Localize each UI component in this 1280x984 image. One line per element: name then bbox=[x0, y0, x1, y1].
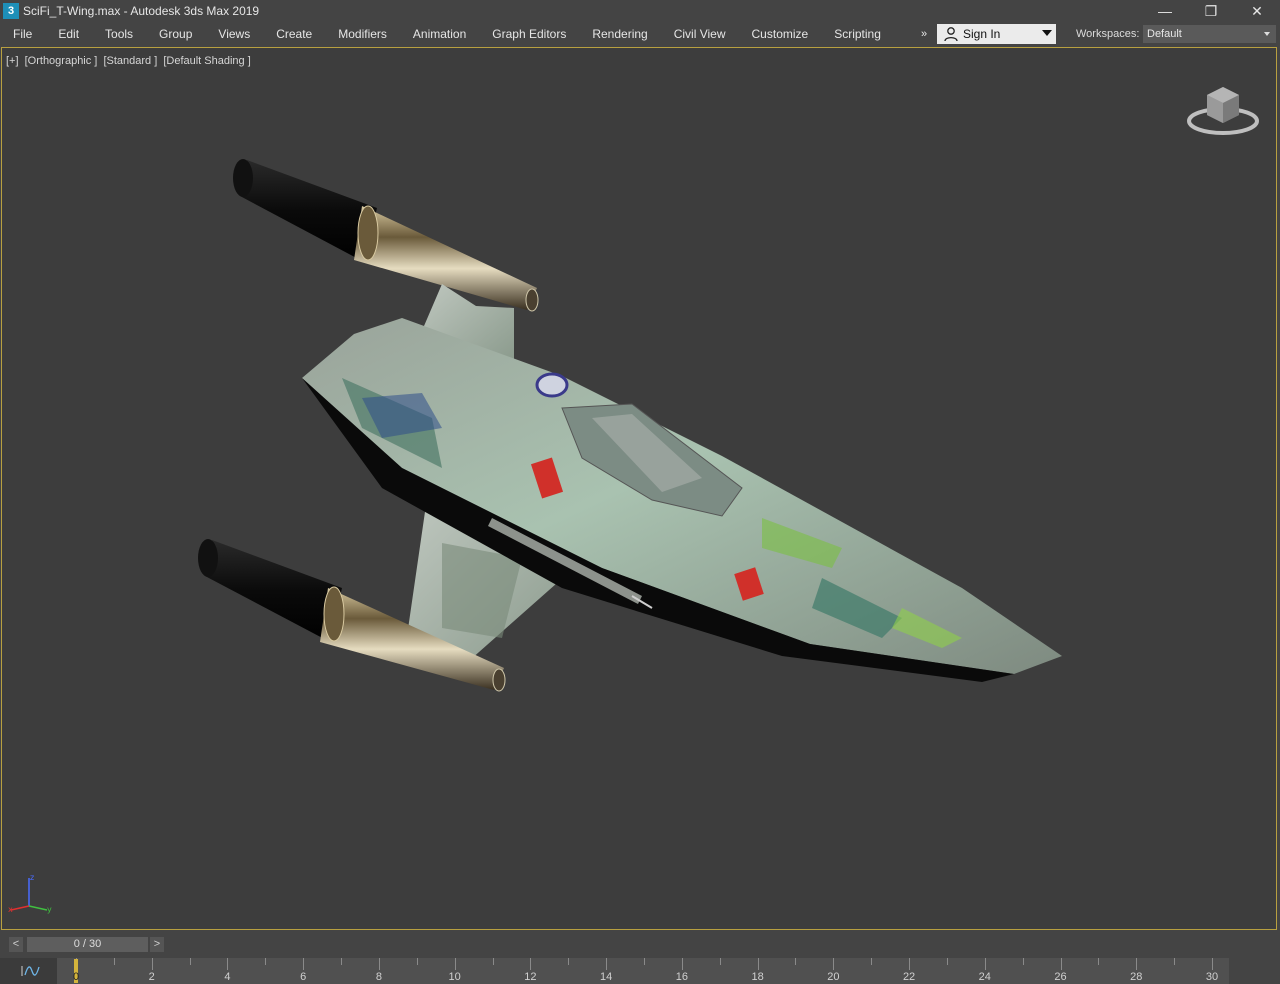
timeline-tick-label: 4 bbox=[224, 971, 231, 983]
timeline-tick-label: 24 bbox=[978, 971, 991, 983]
menu-edit[interactable]: Edit bbox=[45, 22, 92, 46]
menu-graph-editors[interactable]: Graph Editors bbox=[479, 22, 579, 46]
next-frame-button[interactable]: > bbox=[150, 937, 164, 952]
viewport-label[interactable]: [+] [Orthographic ] [Standard ] [Default… bbox=[6, 55, 254, 67]
timeline-tick-label: 16 bbox=[675, 971, 688, 983]
timeline-tick-label: 28 bbox=[1130, 971, 1143, 983]
workspaces-label: Workspaces: bbox=[1076, 28, 1140, 40]
timeline-tick bbox=[1136, 958, 1138, 970]
timeline-tick bbox=[644, 958, 645, 965]
current-frame-label: 0 bbox=[72, 971, 80, 983]
timeline-tick bbox=[795, 958, 797, 965]
window-controls: — ❐ ✕ bbox=[1142, 0, 1280, 22]
timeline-tick bbox=[606, 958, 608, 970]
timeline-tick bbox=[871, 958, 873, 965]
upper-engine bbox=[233, 159, 539, 312]
timeline-tick-label: 30 bbox=[1205, 971, 1219, 983]
timeline-tick-label: 26 bbox=[1054, 971, 1067, 983]
timeline-tick bbox=[757, 958, 759, 970]
user-icon bbox=[944, 27, 958, 42]
timeline-tick bbox=[113, 958, 115, 965]
sign-in-button[interactable]: Sign In bbox=[937, 24, 1056, 44]
timeline-tick bbox=[568, 958, 570, 965]
timeline-tick bbox=[719, 958, 721, 965]
restore-button[interactable]: ❐ bbox=[1188, 0, 1234, 22]
workspace-select[interactable]: Default bbox=[1143, 25, 1276, 43]
minimize-button[interactable]: — bbox=[1142, 0, 1188, 22]
previous-frame-button[interactable]: < bbox=[9, 937, 23, 952]
app-icon[interactable]: 3 bbox=[3, 3, 19, 19]
chevron-down-icon bbox=[1264, 32, 1270, 36]
timeline-tick-label: 10 bbox=[448, 971, 461, 983]
chevron-down-icon bbox=[1042, 30, 1052, 36]
viewport-point-of-view[interactable]: [Orthographic ] bbox=[25, 55, 98, 67]
timeline-tick bbox=[1060, 958, 1062, 970]
viewport-general-menu[interactable]: [+] bbox=[6, 55, 19, 67]
menu-overflow-button[interactable]: » bbox=[921, 22, 935, 46]
menu-file[interactable]: File bbox=[0, 22, 45, 46]
track-bar: 2 4 6 8 10 12 14 16 18 20 22 24 26 28 30 0 bbox=[0, 958, 1280, 984]
timeline-tick bbox=[341, 958, 343, 965]
menu-views[interactable]: Views bbox=[205, 22, 263, 46]
menu-animation[interactable]: Animation bbox=[400, 22, 479, 46]
workspace-value: Default bbox=[1147, 28, 1182, 40]
menu-bar: File Edit Tools Group Views Create Modif… bbox=[0, 22, 1280, 46]
close-button[interactable]: ✕ bbox=[1234, 0, 1280, 22]
track-bar-end bbox=[1229, 958, 1280, 984]
time-slider-bar: < 0 / 30 > bbox=[0, 932, 1280, 958]
axis-z-label: z bbox=[30, 874, 34, 882]
timeline-tick bbox=[227, 958, 229, 970]
timeline-tick bbox=[833, 958, 835, 970]
timeline-tick bbox=[378, 958, 380, 970]
axis-y-label: y bbox=[47, 905, 52, 914]
timeline-tick-label: 22 bbox=[902, 971, 916, 983]
timeline-tick bbox=[189, 958, 191, 965]
curve-editor-icon[interactable] bbox=[18, 963, 42, 979]
timeline-tick bbox=[530, 958, 532, 970]
timeline-tick-label: 20 bbox=[827, 971, 840, 983]
spaceship-model[interactable] bbox=[2, 48, 1277, 930]
sign-in-label: Sign In bbox=[963, 27, 1001, 41]
axis-tripod-icon: z x y bbox=[8, 874, 52, 914]
viewcube-icon[interactable] bbox=[1185, 81, 1261, 141]
timeline-track[interactable]: 2 4 6 8 10 12 14 16 18 20 22 24 26 28 30 0 bbox=[57, 958, 1229, 984]
timeline-tick-label: 14 bbox=[600, 971, 613, 983]
menu-create[interactable]: Create bbox=[263, 22, 325, 46]
timeline-tick bbox=[1174, 958, 1176, 965]
menu-rendering[interactable]: Rendering bbox=[579, 22, 660, 46]
timeline-tick bbox=[1212, 958, 1213, 970]
window-title: SciFi_T-Wing.max - Autodesk 3ds Max 2019 bbox=[23, 4, 260, 18]
menu-modifiers[interactable]: Modifiers bbox=[325, 22, 400, 46]
timeline-tick bbox=[946, 958, 948, 965]
timeline-tick bbox=[909, 958, 911, 970]
timeline-tick-label: 12 bbox=[524, 971, 537, 983]
timeline-tick bbox=[1098, 958, 1100, 965]
timeline-tick bbox=[454, 958, 456, 970]
menu-scripting[interactable]: Scripting bbox=[821, 22, 894, 46]
timeline-tick bbox=[265, 958, 267, 965]
menu-group[interactable]: Group bbox=[146, 22, 205, 46]
timeline-tick bbox=[681, 958, 683, 970]
timeline-tick bbox=[492, 958, 494, 965]
timeline-tick-label: 6 bbox=[300, 971, 307, 983]
menu-tools[interactable]: Tools bbox=[92, 22, 146, 46]
timeline-tick-label: 18 bbox=[751, 971, 764, 983]
title-bar: 3 SciFi_T-Wing.max - Autodesk 3ds Max 20… bbox=[0, 0, 1280, 22]
menu-customize[interactable]: Customize bbox=[739, 22, 822, 46]
droid-dome bbox=[535, 372, 569, 398]
time-slider[interactable]: 0 / 30 bbox=[27, 937, 148, 952]
menu-civil-view[interactable]: Civil View bbox=[661, 22, 739, 46]
viewport-rendering-quality[interactable]: [Standard ] bbox=[103, 55, 157, 67]
axis-x-label: x bbox=[8, 905, 13, 914]
timeline-tick bbox=[1022, 958, 1024, 965]
timeline-tick-label: 2 bbox=[148, 971, 155, 983]
timeline-tick bbox=[416, 958, 418, 965]
timeline-tick-label: 8 bbox=[375, 971, 382, 983]
timeline-tick bbox=[303, 958, 305, 970]
timeline-tick bbox=[984, 958, 986, 970]
perspective-viewport[interactable]: [+] [Orthographic ] [Standard ] [Default… bbox=[1, 47, 1277, 930]
viewport-shading-mode[interactable]: [Default Shading ] bbox=[163, 55, 250, 67]
timeline-tick bbox=[151, 958, 153, 970]
